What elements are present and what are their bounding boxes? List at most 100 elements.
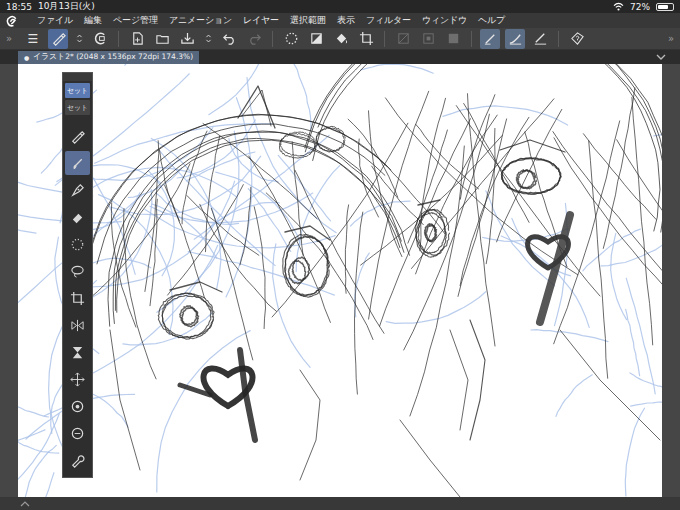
menu-item[interactable]: ウィンドウ bbox=[422, 14, 467, 27]
icon-part bbox=[74, 158, 83, 168]
document-tab[interactable]: ●イラスト2* (2048 x 1536px 72dpi 174.3%) bbox=[18, 51, 199, 64]
sketch-stroke bbox=[416, 115, 498, 274]
menu-item[interactable]: アニメーション bbox=[169, 14, 232, 27]
move-tool[interactable] bbox=[65, 367, 90, 391]
icon-part bbox=[71, 372, 84, 385]
toolbar-left-arrow[interactable]: » bbox=[3, 33, 15, 44]
sketch-stroke bbox=[285, 226, 330, 240]
drawing-canvas[interactable]: セットセット bbox=[18, 64, 662, 497]
fill-icon bbox=[334, 31, 349, 46]
open-button[interactable] bbox=[152, 29, 172, 49]
icon-part bbox=[99, 37, 104, 41]
sketch-stroke bbox=[369, 91, 429, 319]
menu-item[interactable]: 選択範囲 bbox=[290, 14, 326, 27]
left-gutter bbox=[0, 64, 18, 497]
ring-tool[interactable] bbox=[65, 394, 90, 418]
battery-fill bbox=[658, 5, 668, 9]
save-button[interactable] bbox=[177, 29, 197, 49]
ruler-button[interactable] bbox=[530, 29, 550, 49]
menu-item[interactable]: 表示 bbox=[337, 14, 355, 27]
sketch-layer bbox=[18, 64, 662, 497]
sketch-stroke bbox=[194, 135, 329, 239]
set-button[interactable]: セット bbox=[65, 100, 90, 115]
sketch-stroke bbox=[113, 132, 409, 323]
icon-part bbox=[72, 266, 83, 274]
menu-item[interactable]: フィルター bbox=[366, 14, 411, 27]
spinner-button[interactable] bbox=[73, 29, 85, 49]
sketch-stroke bbox=[162, 293, 214, 337]
icon-part bbox=[250, 35, 259, 44]
layer-button[interactable] bbox=[90, 29, 110, 49]
sketch-stroke bbox=[458, 119, 507, 297]
pen-button[interactable] bbox=[48, 29, 68, 49]
sketch-stroke bbox=[460, 117, 529, 285]
pen-tool[interactable] bbox=[65, 124, 90, 148]
palette-grip[interactable] bbox=[63, 73, 92, 81]
lasso-tool[interactable] bbox=[65, 259, 90, 283]
sketch-stroke bbox=[18, 438, 59, 453]
dots-tool[interactable] bbox=[65, 232, 90, 256]
sketch-stroke bbox=[632, 97, 653, 345]
toolbar-group bbox=[281, 29, 376, 49]
spinner-icon bbox=[203, 33, 214, 44]
sketch-stroke bbox=[87, 114, 387, 264]
sketch-stroke bbox=[501, 158, 561, 194]
sketch-stroke bbox=[18, 395, 49, 417]
curve-button[interactable] bbox=[505, 29, 525, 49]
crop-tool[interactable] bbox=[65, 286, 90, 310]
undo-icon bbox=[222, 31, 237, 46]
menu-item[interactable]: ファイル bbox=[37, 14, 73, 27]
fill-button[interactable] bbox=[331, 29, 351, 49]
deselect-button[interactable] bbox=[281, 29, 301, 49]
right-gutter bbox=[662, 64, 680, 497]
tool-palette[interactable]: セットセット bbox=[62, 72, 93, 478]
toolbar-separator bbox=[471, 31, 472, 47]
ruler-icon bbox=[533, 31, 548, 46]
toolbar-groups: ☰ bbox=[15, 29, 665, 49]
icon-part bbox=[398, 34, 407, 43]
mirror-tool[interactable] bbox=[65, 313, 90, 337]
sketch-stroke bbox=[355, 212, 363, 394]
brush-tool[interactable] bbox=[65, 151, 90, 175]
bottom-bar bbox=[0, 497, 680, 510]
spinner-icon bbox=[74, 33, 85, 44]
toolbar-right-arrow[interactable]: » bbox=[665, 33, 677, 44]
menu-item[interactable]: ヘルプ bbox=[478, 14, 505, 27]
sketch-stroke bbox=[400, 420, 460, 497]
wrench-tool[interactable] bbox=[65, 448, 90, 472]
menu-item[interactable]: レイヤー bbox=[243, 14, 279, 27]
nib-tool[interactable] bbox=[65, 178, 90, 202]
new-button[interactable] bbox=[127, 29, 147, 49]
icon-part bbox=[77, 319, 78, 330]
icon-part bbox=[135, 38, 140, 43]
menu-item[interactable]: ページ管理 bbox=[113, 14, 158, 27]
undo-button[interactable] bbox=[219, 29, 239, 49]
help-icon bbox=[570, 31, 585, 46]
toolbar-group bbox=[127, 29, 264, 49]
tab-marker: ● bbox=[24, 54, 29, 61]
icon-part bbox=[72, 401, 82, 411]
clear-button[interactable] bbox=[306, 29, 326, 49]
crop-button[interactable] bbox=[356, 29, 376, 49]
hourglass-tool[interactable] bbox=[65, 340, 90, 364]
date: 10月13日(火) bbox=[38, 0, 95, 13]
curve-icon bbox=[508, 31, 523, 46]
status-left: 18:5510月13日(火) bbox=[6, 0, 95, 13]
icon-part bbox=[576, 36, 579, 40]
sketch-stroke bbox=[460, 95, 495, 200]
icon-part bbox=[206, 35, 210, 42]
ring2-tool[interactable] bbox=[65, 421, 90, 445]
sketch-stroke bbox=[273, 244, 310, 368]
menu-button[interactable]: ☰ bbox=[23, 29, 43, 49]
sketch-stroke bbox=[242, 90, 271, 126]
menu-item[interactable]: 編集 bbox=[84, 14, 102, 27]
eraser-tool[interactable] bbox=[65, 205, 90, 229]
icon-part bbox=[336, 34, 345, 43]
spinner-button[interactable] bbox=[202, 29, 214, 49]
stabilize-button[interactable] bbox=[480, 29, 500, 49]
icon-part bbox=[535, 34, 543, 42]
set-button[interactable]: セット bbox=[65, 83, 90, 98]
help-button[interactable] bbox=[567, 29, 587, 49]
sketch-stroke bbox=[631, 402, 662, 406]
ring2-icon bbox=[70, 426, 85, 441]
